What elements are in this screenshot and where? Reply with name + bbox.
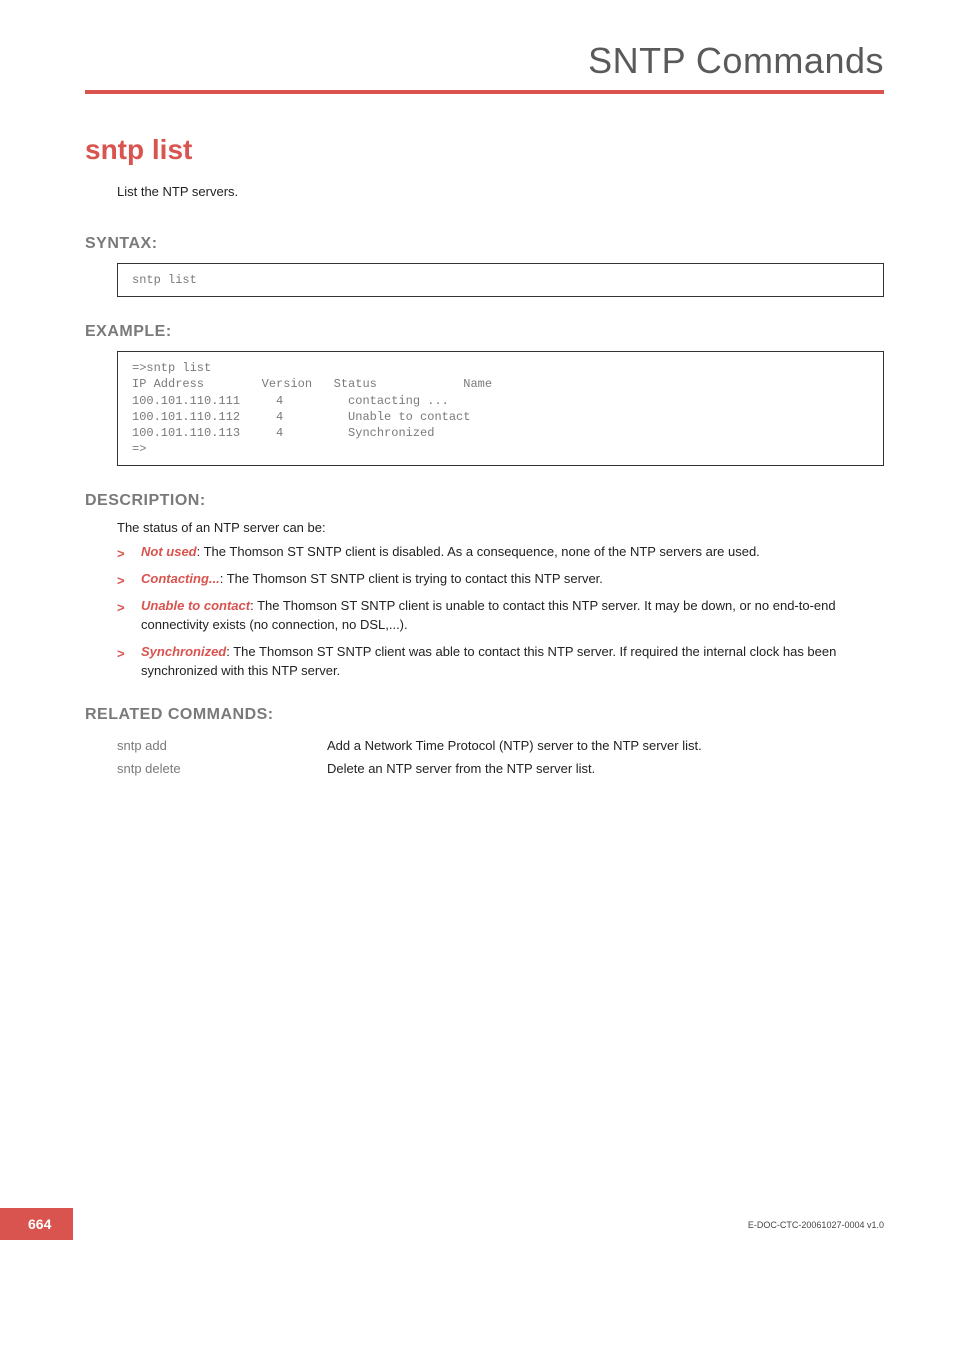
term: Unable to contact <box>141 598 250 613</box>
chevron-icon: > <box>117 645 125 664</box>
description-list: > Not used: The Thomson ST SNTP client i… <box>117 543 884 680</box>
syntax-heading: SYNTAX: <box>85 235 884 253</box>
term: Not used <box>141 544 197 559</box>
description-intro: The status of an NTP server can be: <box>117 520 884 535</box>
list-item: > Not used: The Thomson ST SNTP client i… <box>117 543 884 562</box>
term: Contacting... <box>141 571 220 586</box>
chevron-icon: > <box>117 572 125 591</box>
term: Synchronized <box>141 644 226 659</box>
description-heading: DESCRIPTION: <box>85 492 884 510</box>
related-desc: Delete an NTP server from the NTP server… <box>327 757 702 780</box>
syntax-code-box: sntp list <box>117 263 884 297</box>
table-row: sntp delete Delete an NTP server from th… <box>117 757 702 780</box>
page-header-title: SNTP Commands <box>85 40 884 82</box>
command-title: sntp list <box>85 134 884 166</box>
list-item: > Unable to contact: The Thomson ST SNTP… <box>117 597 884 635</box>
related-commands-table: sntp add Add a Network Time Protocol (NT… <box>117 734 702 780</box>
term-text: : The Thomson ST SNTP client was able to… <box>141 644 836 678</box>
page-number: 664 <box>0 1208 73 1240</box>
example-code-box: =>sntp list IP Address Version Status Na… <box>117 351 884 466</box>
command-intro: List the NTP servers. <box>117 184 884 199</box>
term-text: : The Thomson ST SNTP client is disabled… <box>197 544 760 559</box>
table-row: sntp add Add a Network Time Protocol (NT… <box>117 734 702 757</box>
term-text: : The Thomson ST SNTP client is trying t… <box>220 571 603 586</box>
chevron-icon: > <box>117 545 125 564</box>
page-footer: 664 E-DOC-CTC-20061027-0004 v1.0 <box>0 1208 954 1240</box>
list-item: > Contacting...: The Thomson ST SNTP cli… <box>117 570 884 589</box>
related-cmd: sntp add <box>117 734 327 757</box>
footer-doc-id: E-DOC-CTC-20061027-0004 v1.0 <box>748 1220 884 1230</box>
header-rule <box>85 90 884 94</box>
related-desc: Add a Network Time Protocol (NTP) server… <box>327 734 702 757</box>
example-heading: EXAMPLE: <box>85 323 884 341</box>
related-heading: RELATED COMMANDS: <box>85 706 884 724</box>
related-cmd: sntp delete <box>117 757 327 780</box>
list-item: > Synchronized: The Thomson ST SNTP clie… <box>117 643 884 681</box>
chevron-icon: > <box>117 599 125 618</box>
